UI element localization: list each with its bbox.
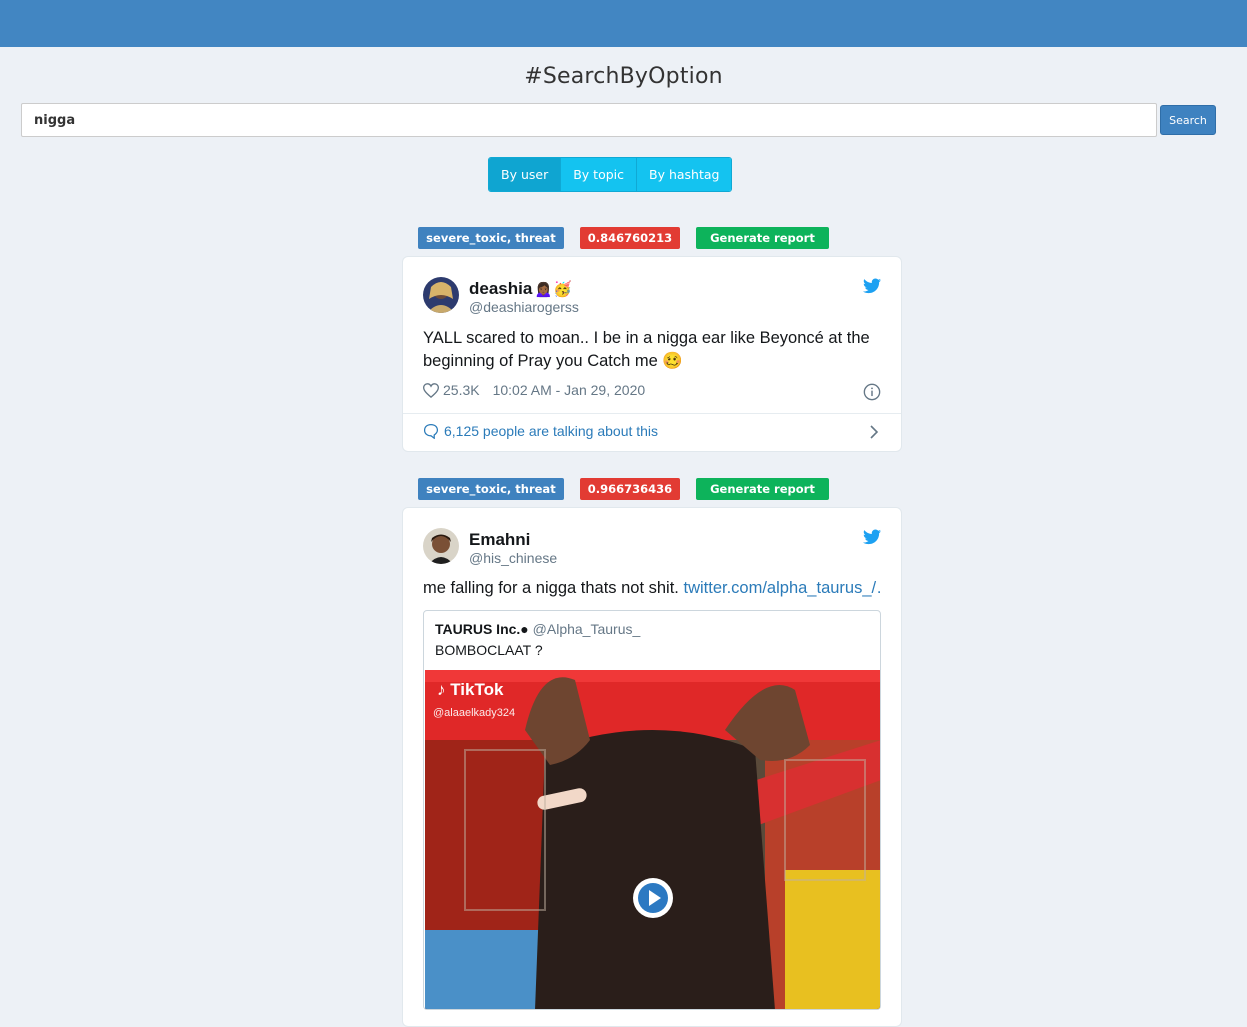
tweet-timestamp[interactable]: 10:02 AM - Jan 29, 2020 <box>493 382 646 398</box>
toxicity-score-badge: 0.966736436 <box>579 478 681 500</box>
info-icon[interactable] <box>863 383 881 401</box>
tab-by-user[interactable]: By user <box>489 158 562 191</box>
search-input[interactable] <box>21 103 1157 137</box>
result-labels: severe_toxic, threat 0.966736436 Generat… <box>0 478 1247 500</box>
tweet-author-handle[interactable]: @deashiarogerss <box>469 299 579 315</box>
search-button[interactable]: Search <box>1160 105 1216 135</box>
generate-report-button[interactable]: Generate report <box>696 478 829 500</box>
toxicity-score-badge: 0.846760213 <box>579 227 681 249</box>
tweet-author-name[interactable]: deashia 🙍🏾‍♀️🥳 <box>469 279 572 299</box>
tweet-card: Emahni @his_chinese me falling for a nig… <box>402 507 902 1027</box>
tab-by-topic[interactable]: By topic <box>561 158 637 191</box>
top-nav-bar <box>0 0 1247 47</box>
like-count[interactable]: 25.3K <box>443 382 480 398</box>
toxicity-labels-badge: severe_toxic, threat <box>418 478 564 500</box>
name-emoji: 🙍🏾‍♀️🥳 <box>534 281 572 298</box>
tweet-meta: 25.3K 10:02 AM - Jan 29, 2020 <box>423 382 645 398</box>
tiktok-logo: ♪ TikTok <box>437 680 504 699</box>
comment-bubble-icon <box>423 423 439 439</box>
avatar[interactable] <box>423 277 459 313</box>
tweet-text: me falling for a nigga thats not shit. t… <box>423 577 881 600</box>
page-title: #SearchByOption <box>524 64 723 89</box>
tweet-author-name[interactable]: Emahni <box>469 530 530 550</box>
tweet-author-handle[interactable]: @his_chinese <box>469 550 557 566</box>
quoted-tweet[interactable]: TAURUS Inc.● @Alpha_Taurus_ BOMBOCLAAT ? <box>423 610 881 1010</box>
conversation-link[interactable]: 6,125 people are talking about this <box>423 423 658 439</box>
search-mode-tabs: By user By topic By hashtag <box>488 157 733 192</box>
toxicity-labels-badge: severe_toxic, threat <box>418 227 564 249</box>
tweet-text: YALL scared to moan.. I be in a nigga ea… <box>423 329 870 370</box>
text-emoji: 🥴 <box>662 352 683 370</box>
avatar[interactable] <box>423 528 459 564</box>
tiktok-watermark: @alaaelkady324 <box>433 707 516 719</box>
quoted-author[interactable]: TAURUS Inc.● @Alpha_Taurus_ <box>435 621 640 637</box>
twitter-bird-icon[interactable] <box>863 278 881 294</box>
generate-report-button[interactable]: Generate report <box>696 227 829 249</box>
tab-by-hashtag[interactable]: By hashtag <box>637 158 732 191</box>
divider <box>403 413 901 414</box>
heart-icon[interactable] <box>423 382 439 398</box>
tweet-card: deashia 🙍🏾‍♀️🥳 @deashiarogerss YALL scare… <box>402 256 902 452</box>
video-frame-illustration <box>425 670 880 1009</box>
quoted-text: BOMBOCLAAT ? <box>435 642 543 658</box>
tweet-link[interactable]: twitter.com/alpha_taurus_/… <box>684 579 882 597</box>
result-labels: severe_toxic, threat 0.846760213 Generat… <box>0 227 1247 249</box>
play-icon[interactable] <box>632 877 674 919</box>
twitter-bird-icon[interactable] <box>863 529 881 545</box>
video-thumbnail[interactable]: ♪ TikTok @alaaelkady324 <box>425 670 880 1009</box>
chevron-right-icon[interactable] <box>869 425 879 439</box>
